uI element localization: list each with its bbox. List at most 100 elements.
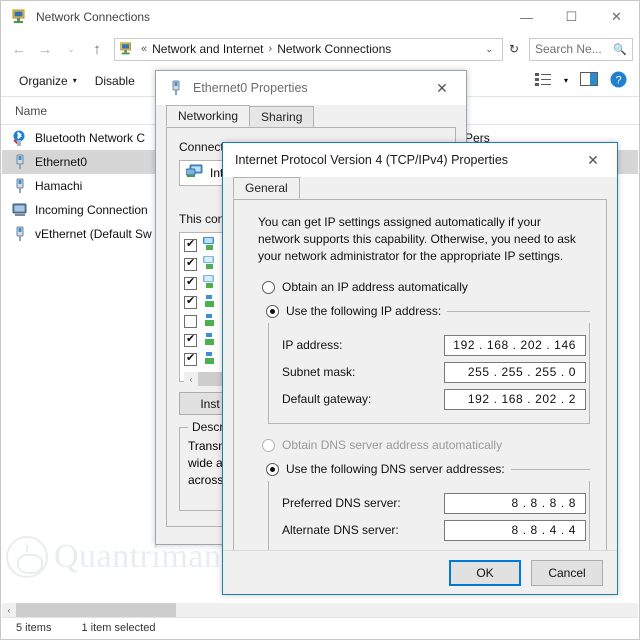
search-icon: 🔍	[613, 43, 627, 56]
up-button[interactable]: ↑	[85, 37, 109, 61]
radio-indicator[interactable]	[262, 281, 275, 294]
close-icon[interactable]: ✕	[422, 72, 462, 104]
ethernet-adapter-icon	[12, 226, 28, 242]
scroll-left-arrow-icon[interactable]: ‹	[2, 606, 16, 615]
bluetooth-adapter-icon	[12, 130, 28, 146]
protocol-icon	[202, 313, 217, 330]
disable-label: Disable	[94, 73, 135, 88]
client-icon	[202, 237, 217, 254]
tab-general[interactable]: General	[233, 177, 300, 199]
default-gateway-input[interactable]: 192 . 168 . 202 . 2	[444, 389, 586, 410]
breadcrumb-item-network-and-internet[interactable]: Network and Internet	[150, 42, 265, 56]
close-button[interactable]: ✕	[594, 1, 639, 33]
ethernet-adapter-icon	[12, 154, 28, 170]
breadcrumb-item-network-connections[interactable]: Network Connections	[275, 42, 393, 56]
ip-address-input[interactable]: 192 . 168 . 202 . 146	[444, 335, 586, 356]
component-checkbox[interactable]	[184, 294, 197, 309]
ok-button[interactable]: OK	[449, 559, 521, 586]
recent-locations-button[interactable]: ⌄	[59, 37, 83, 61]
protocol-icon	[202, 294, 217, 311]
radio-use-following-dns[interactable]: Use the following DNS server addresses:	[266, 461, 511, 478]
service-icon	[202, 256, 217, 273]
preferred-dns-row: Preferred DNS server: 8 . 8 . 8 . 8	[282, 490, 589, 517]
help-icon[interactable]: ?	[610, 71, 627, 91]
breadcrumb[interactable]: « Network and Internet › Network Connect…	[114, 37, 503, 61]
default-gateway-label: Default gateway:	[282, 392, 372, 406]
chevron-down-icon[interactable]: ⌄	[480, 44, 498, 55]
radio-indicator[interactable]	[262, 439, 275, 452]
svg-text:?: ?	[615, 74, 621, 86]
alternate-dns-input[interactable]: 8 . 8 . 4 . 4	[444, 520, 586, 541]
radio-indicator[interactable]	[266, 305, 279, 318]
close-icon[interactable]: ✕	[573, 144, 613, 176]
view-list-icon[interactable]	[534, 72, 552, 89]
network-adapter-icon	[185, 164, 203, 182]
scrollbar-thumb[interactable]	[16, 603, 176, 617]
protocol-icon	[202, 351, 217, 368]
manual-dns-section: Use the following DNS server addresses: …	[262, 461, 590, 555]
back-button[interactable]: ←	[7, 37, 31, 61]
preview-pane-icon[interactable]	[580, 72, 598, 89]
radio-label: Use the following DNS server addresses:	[286, 462, 505, 476]
breadcrumb-network-icon	[119, 41, 134, 57]
refresh-button[interactable]: ↻	[505, 42, 523, 56]
breadcrumb-overflow[interactable]: «	[138, 43, 150, 55]
preferred-dns-label: Preferred DNS server:	[282, 496, 401, 510]
ipv4-dialog-titlebar: Internet Protocol Version 4 (TCP/IPv4) P…	[223, 143, 617, 177]
horizontal-scrollbar[interactable]: ‹	[2, 603, 638, 617]
status-bar: 5 items 1 item selected	[2, 617, 638, 638]
ipv4-tabstrip: General	[223, 177, 617, 199]
dns-fields-group: Preferred DNS server: 8 . 8 . 8 . 8 Alte…	[268, 481, 590, 555]
component-checkbox[interactable]	[184, 275, 197, 290]
radio-use-following-ip[interactable]: Use the following IP address:	[266, 303, 448, 320]
component-checkbox[interactable]	[184, 256, 197, 271]
component-checkbox[interactable]	[184, 332, 197, 347]
component-checkbox[interactable]	[184, 351, 197, 366]
ethernet0-dialog-titlebar: Ethernet0 Properties ✕	[156, 71, 466, 105]
preferred-dns-input[interactable]: 8 . 8 . 8 . 8	[444, 493, 586, 514]
ethernet-adapter-icon	[168, 80, 184, 96]
maximize-button[interactable]: ☐	[549, 1, 594, 33]
ipv4-intro-text: You can get IP settings assigned automat…	[258, 215, 576, 263]
ethernet0-tabstrip: Networking Sharing	[156, 105, 466, 127]
scroll-left-arrow-icon[interactable]: ‹	[184, 375, 198, 384]
ethernet0-dialog-title: Ethernet0 Properties	[193, 81, 308, 95]
incoming-connection-icon	[12, 202, 28, 218]
component-checkbox[interactable]	[184, 237, 197, 252]
status-selection-count: 1 item selected	[81, 622, 156, 634]
ipv4-dialog-title: Internet Protocol Version 4 (TCP/IPv4) P…	[235, 153, 509, 167]
window-titlebar: Network Connections — ☐ ✕	[1, 1, 639, 33]
network-connections-icon	[11, 9, 28, 26]
minimize-button[interactable]: —	[504, 1, 549, 33]
search-placeholder: Search Ne...	[535, 42, 602, 56]
window-controls: — ☐ ✕	[504, 1, 639, 33]
disable-button[interactable]: Disable	[89, 72, 141, 90]
organize-label: Organize	[19, 73, 68, 88]
ip-address-label: IP address:	[282, 338, 343, 352]
address-bar: ← → ⌄ ↑ « Network and Internet › Network…	[1, 33, 639, 65]
ip-address-row: IP address: 192 . 168 . 202 . 146	[282, 332, 589, 359]
cancel-button[interactable]: Cancel	[531, 559, 603, 586]
component-checkbox[interactable]	[184, 315, 197, 328]
view-options-chevron-icon[interactable]: ▾	[564, 76, 568, 85]
protocol-icon	[202, 332, 217, 349]
alternate-dns-label: Alternate DNS server:	[282, 523, 399, 537]
ipv4-content: You can get IP settings assigned automat…	[234, 200, 606, 594]
breadcrumb-separator: ›	[268, 43, 273, 55]
tab-networking[interactable]: Networking	[166, 105, 251, 127]
forward-button[interactable]: →	[33, 37, 57, 61]
radio-indicator[interactable]	[266, 463, 279, 476]
chevron-down-icon: ▾	[72, 76, 77, 85]
search-input[interactable]: Search Ne... 🔍	[529, 37, 633, 61]
organize-button[interactable]: Organize ▾	[13, 72, 83, 90]
subnet-mask-input[interactable]: 255 . 255 . 255 . 0	[444, 362, 586, 383]
radio-obtain-dns-automatically[interactable]: Obtain DNS server address automatically	[262, 437, 590, 454]
radio-obtain-ip-automatically[interactable]: Obtain an IP address automatically	[262, 279, 590, 296]
radio-label: Obtain an IP address automatically	[282, 280, 468, 294]
manual-ip-section: Use the following IP address: IP address…	[262, 303, 590, 424]
tab-sharing[interactable]: Sharing	[249, 106, 315, 127]
status-item-count: 5 items	[16, 622, 52, 634]
subnet-mask-row: Subnet mask: 255 . 255 . 255 . 0	[282, 359, 589, 386]
default-gateway-row: Default gateway: 192 . 168 . 202 . 2	[282, 386, 589, 413]
radio-label: Use the following IP address:	[286, 304, 442, 318]
